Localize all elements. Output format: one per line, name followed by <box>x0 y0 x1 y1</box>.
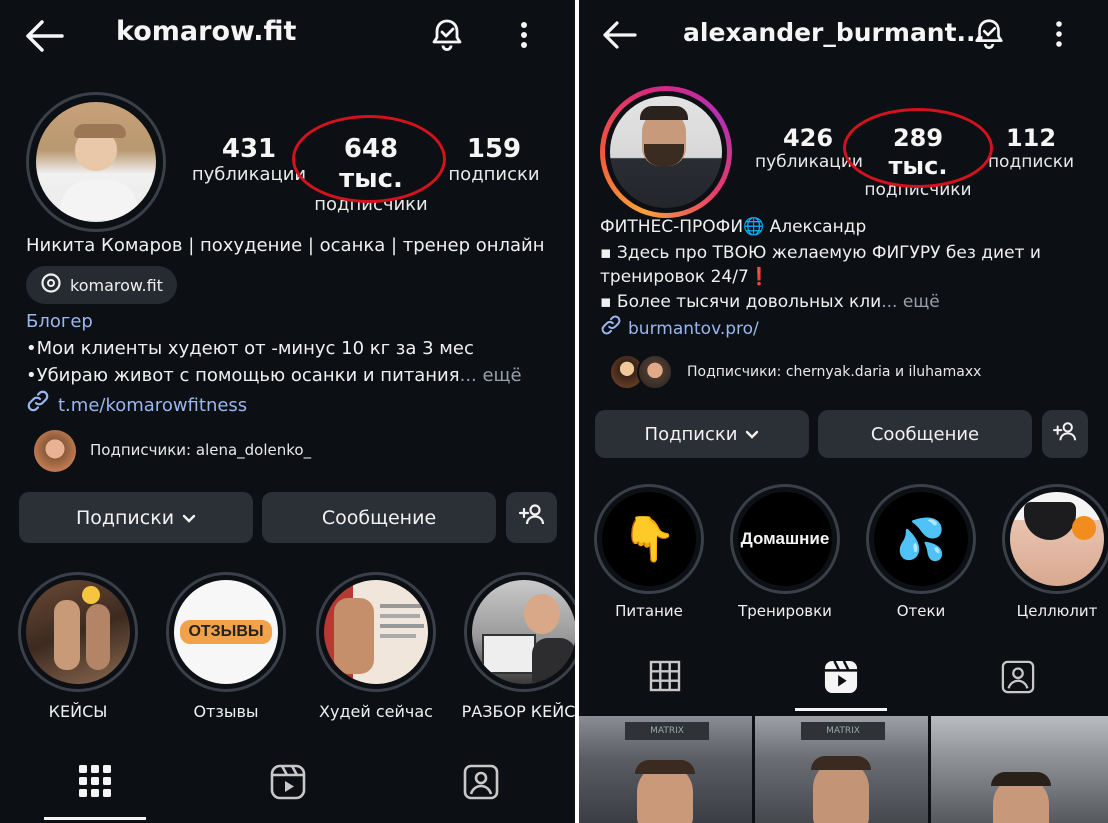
gym-machine-label: MATRIX <box>625 722 709 740</box>
profile-link-text: t.me/komarowfitness <box>58 394 248 416</box>
back-arrow-icon[interactable] <box>599 16 639 54</box>
highlight-label: Худей сейчас <box>319 702 433 721</box>
left-profile-screenshot: komarow.fit 431 публикации 648 тыс. подп… <box>0 0 575 823</box>
add-person-button[interactable] <box>1042 410 1088 458</box>
reels-tab-icon[interactable] <box>270 764 306 800</box>
active-tab-indicator <box>44 817 146 820</box>
threads-icon <box>40 272 62 298</box>
add-person-button[interactable] <box>506 492 557 543</box>
bio-line-2: •Убираю живот с помощью осанки и питания… <box>26 365 522 386</box>
link-icon <box>600 314 622 344</box>
follower-avatar-2[interactable] <box>637 354 673 390</box>
posts-label: публикации <box>191 164 307 185</box>
right-profile-screenshot: alexander_burmant... 426 публикации 289 … <box>579 0 1108 823</box>
highlight-label: Питание <box>615 602 683 620</box>
reels-tab-icon[interactable] <box>824 660 858 694</box>
following-stat[interactable]: 159 подписки <box>446 134 542 185</box>
red-annotation-oval <box>292 115 446 203</box>
reel-thumbnail-1[interactable]: MATRIX <box>579 716 752 823</box>
message-button-label: Сообщение <box>321 506 437 529</box>
add-person-icon <box>1052 421 1078 448</box>
following-count: 112 <box>1005 124 1057 152</box>
profile-name-line: Никита Комаров | похудение | осанка | тр… <box>26 235 545 256</box>
highlight-label: Тренировки <box>738 602 832 620</box>
profile-name-line: ФИТНЕС-ПРОФИ🌐 Александр <box>600 217 867 237</box>
highlight-cases[interactable]: КЕЙСЫ <box>16 572 140 721</box>
highlight-case-review[interactable]: РАЗБОР КЕЙСА <box>462 572 575 721</box>
notification-bell-icon[interactable] <box>971 16 1007 52</box>
message-button[interactable]: Сообщение <box>262 492 496 543</box>
following-stat[interactable]: 112 подписки <box>981 124 1081 172</box>
highlight-swelling[interactable]: 💦 Отеки <box>865 484 977 620</box>
profile-avatar[interactable] <box>600 86 732 218</box>
reel-thumbnail-3[interactable] <box>931 716 1108 823</box>
highlight-label: Отзывы <box>193 702 259 721</box>
chevron-down-icon <box>182 507 196 529</box>
highlight-reviews[interactable]: ОТЗЫВЫ Отзывы <box>164 572 288 721</box>
follower-avatar[interactable] <box>34 430 76 472</box>
red-annotation-oval <box>843 108 993 188</box>
highlight-cellulite[interactable]: Целлюлит <box>1001 484 1108 620</box>
notification-bell-icon[interactable] <box>428 16 466 54</box>
message-button[interactable]: Сообщение <box>818 410 1032 458</box>
back-arrow-icon[interactable] <box>22 16 66 56</box>
following-button[interactable]: Подписки <box>595 410 809 458</box>
profile-username: alexander_burmant... <box>683 18 986 47</box>
bio-line-1: •Мои клиенты худеют от -минус 10 кг за 3… <box>26 338 474 359</box>
highlight-label: Целлюлит <box>1016 602 1098 620</box>
posts-count: 431 <box>221 134 277 164</box>
following-button[interactable]: Подписки <box>19 492 253 543</box>
chevron-down-icon <box>745 424 759 445</box>
highlight-label: КЕЙСЫ <box>48 702 108 721</box>
highlight-cover-text: ОТЗЫВЫ <box>180 620 272 644</box>
highlight-cover-text: 💦 <box>874 492 968 586</box>
bio-more-link[interactable]: ... ещё <box>460 365 522 386</box>
highlight-label: Отеки <box>896 602 946 620</box>
highlight-cover-text: Домашние <box>740 529 830 548</box>
highlight-workouts[interactable]: Домашние Тренировки <box>729 484 841 620</box>
highlight-lose-weight[interactable]: Худей сейчас <box>314 572 438 721</box>
following-button-label: Подписки <box>75 506 175 529</box>
gym-machine-label: MATRIX <box>801 722 885 740</box>
link-icon <box>26 389 50 421</box>
profile-link[interactable]: t.me/komarowfitness <box>26 389 247 421</box>
threads-chip[interactable]: komarow.fit <box>26 266 177 304</box>
bio-more-link[interactable]: ... ещё <box>881 292 940 312</box>
posts-stat: 431 публикации <box>190 134 308 185</box>
tagged-tab-icon[interactable] <box>1001 660 1035 694</box>
bio-line-3: ▪ Более тысячи довольных кли... ещё <box>600 292 940 312</box>
highlight-nutrition[interactable]: 👇 Питание <box>593 484 705 620</box>
bio-line-2: тренировок 24/7❗ <box>600 267 770 287</box>
grid-tab-icon[interactable] <box>649 660 681 692</box>
followed-by-text[interactable]: Подписчики: alena_dolenko_ <box>90 441 311 459</box>
following-count: 159 <box>466 134 522 164</box>
following-button-label: Подписки <box>644 423 738 445</box>
following-label: подписки <box>987 152 1075 172</box>
message-button-label: Сообщение <box>870 423 980 445</box>
bio-line-1: ▪ Здесь про ТВОЮ желаемую ФИГУРУ без дие… <box>600 243 1041 263</box>
grid-tab-icon[interactable] <box>78 764 112 798</box>
more-options-icon[interactable] <box>1051 20 1067 50</box>
profile-avatar[interactable] <box>26 92 166 232</box>
profile-link-text: burmantov.pro/ <box>628 319 759 339</box>
profile-link[interactable]: burmantov.pro/ <box>600 314 759 344</box>
highlight-label: РАЗБОР КЕЙСА <box>461 702 575 721</box>
more-options-icon[interactable] <box>516 20 532 52</box>
reel-thumbnail-2[interactable]: MATRIX <box>755 716 928 823</box>
profile-username: komarow.fit <box>116 16 297 47</box>
add-person-icon <box>518 503 546 532</box>
following-label: подписки <box>448 164 540 185</box>
active-tab-indicator <box>795 708 887 711</box>
highlight-cover-text: 👇 <box>602 492 696 586</box>
threads-handle: komarow.fit <box>70 275 163 295</box>
profile-category: Блогер <box>26 311 93 332</box>
tagged-tab-icon[interactable] <box>463 764 499 800</box>
followed-by-text[interactable]: Подписчики: chernyak.daria и iluhamaxx <box>687 364 981 380</box>
